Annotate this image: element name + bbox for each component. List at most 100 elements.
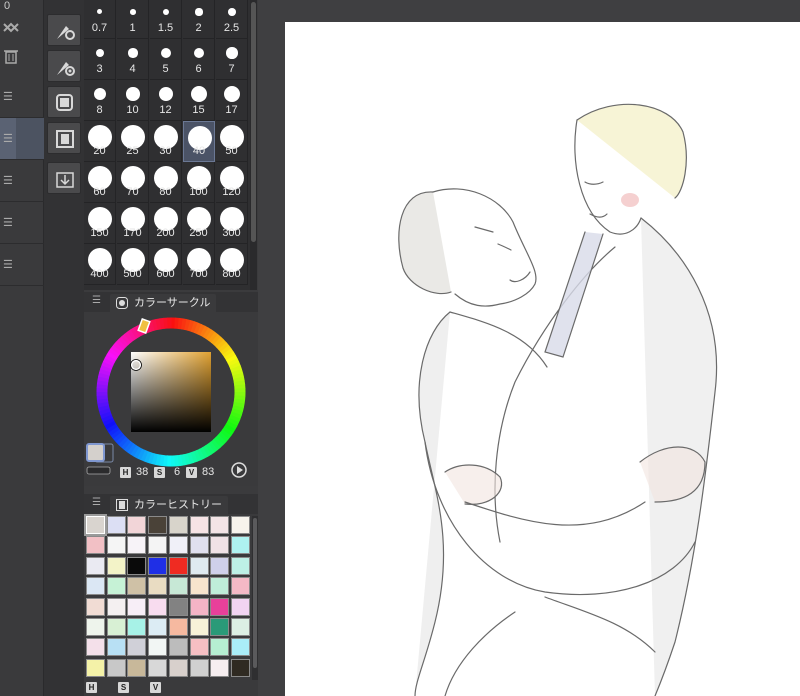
color-history-swatch[interactable] bbox=[210, 536, 230, 555]
color-history-swatch[interactable] bbox=[168, 597, 188, 616]
color-history-swatch[interactable] bbox=[86, 536, 105, 555]
color-history-swatch[interactable] bbox=[210, 618, 230, 636]
hue-ring-segment[interactable] bbox=[102, 417, 115, 426]
color-history-swatch[interactable] bbox=[148, 536, 168, 555]
s-slider-label[interactable]: S bbox=[118, 682, 129, 693]
color-history-swatch[interactable] bbox=[148, 577, 168, 596]
hue-ring-segment[interactable] bbox=[115, 434, 127, 445]
color-history-swatch[interactable] bbox=[148, 556, 168, 575]
hue-ring-segment[interactable] bbox=[101, 361, 114, 370]
brush-size-20[interactable]: 20 bbox=[84, 121, 116, 162]
hue-ring-segment[interactable] bbox=[213, 336, 225, 348]
trash-icon[interactable] bbox=[0, 48, 22, 70]
hue-ring-segment[interactable] bbox=[199, 325, 209, 338]
brush-size-150[interactable]: 150 bbox=[84, 203, 116, 244]
hue-ring-segment[interactable] bbox=[231, 368, 244, 377]
color-history-swatch[interactable] bbox=[210, 658, 230, 677]
hue-ring-segment[interactable] bbox=[233, 376, 245, 383]
color-history-swatch[interactable] bbox=[148, 618, 168, 636]
color-history-swatch[interactable] bbox=[106, 516, 126, 534]
hue-ring-segment[interactable] bbox=[110, 344, 123, 355]
color-history-swatch[interactable] bbox=[106, 618, 126, 636]
hue-ring-segment[interactable] bbox=[110, 428, 122, 439]
brush-size-800[interactable]: 800 bbox=[216, 244, 248, 285]
hue-ring-segment[interactable] bbox=[225, 420, 238, 430]
hue-ring-segment[interactable] bbox=[196, 323, 206, 336]
hue-ring-segment[interactable] bbox=[196, 448, 205, 461]
hue-ring-segment[interactable] bbox=[207, 441, 218, 453]
hue-ring-segment[interactable] bbox=[100, 364, 112, 373]
hue-ring-segment[interactable] bbox=[147, 452, 155, 464]
brush-size-120[interactable]: 120 bbox=[216, 162, 248, 203]
hue-ring-segment[interactable] bbox=[227, 417, 240, 427]
hue-ring-segment[interactable] bbox=[230, 365, 243, 373]
color-history-swatch[interactable] bbox=[210, 516, 230, 534]
brush-size-80[interactable]: 80 bbox=[150, 162, 182, 203]
layer-row[interactable]: ☰ bbox=[0, 202, 44, 244]
layer-row[interactable]: ☰ bbox=[0, 160, 44, 202]
layers-merge-icon[interactable] bbox=[0, 20, 22, 42]
hue-ring-segment[interactable] bbox=[104, 420, 117, 430]
hue-ring-segment[interactable] bbox=[159, 317, 165, 330]
hue-ring-segment[interactable] bbox=[104, 354, 117, 364]
brush-size-5[interactable]: 5 bbox=[150, 39, 182, 80]
color-history-swatch[interactable] bbox=[86, 658, 105, 677]
brush-size-300[interactable]: 300 bbox=[216, 203, 248, 244]
color-history-swatch[interactable] bbox=[189, 577, 209, 596]
hue-ring-segment[interactable] bbox=[233, 398, 246, 405]
color-history-swatch[interactable] bbox=[230, 638, 250, 657]
color-wheel[interactable] bbox=[84, 312, 258, 484]
hue-ring-segment[interactable] bbox=[108, 426, 120, 436]
hue-ring-segment[interactable] bbox=[147, 319, 156, 332]
color-history-swatch[interactable] bbox=[189, 536, 209, 555]
hue-ring-segment[interactable] bbox=[218, 342, 230, 353]
hue-ring-segment[interactable] bbox=[124, 331, 135, 343]
hue-ring-segment[interactable] bbox=[155, 318, 162, 330]
h-slider-label[interactable]: H bbox=[86, 682, 97, 693]
color-history-swatch[interactable] bbox=[84, 514, 107, 536]
color-history-swatch[interactable] bbox=[230, 597, 250, 616]
hue-ring-segment[interactable] bbox=[215, 434, 227, 446]
hue-ring-segment[interactable] bbox=[202, 445, 212, 457]
brush-size-10[interactable]: 10 bbox=[117, 80, 149, 121]
hue-ring-segment[interactable] bbox=[158, 454, 165, 467]
color-history-swatch[interactable] bbox=[189, 638, 209, 657]
color-history-swatch[interactable] bbox=[230, 556, 250, 575]
brush-size-7[interactable]: 7 bbox=[216, 39, 248, 80]
hue-ring-segment[interactable] bbox=[227, 358, 240, 367]
color-history-swatch[interactable] bbox=[127, 638, 147, 657]
color-history-swatch[interactable] bbox=[148, 597, 168, 616]
color-history-swatch[interactable] bbox=[127, 516, 147, 534]
hue-ring-segment[interactable] bbox=[187, 320, 195, 332]
import-button[interactable] bbox=[47, 162, 81, 194]
brush-size-40[interactable]: 40 bbox=[183, 121, 215, 162]
hue-ring-segment[interactable] bbox=[210, 439, 221, 451]
hue-ring-segment[interactable] bbox=[108, 347, 120, 358]
hue-ring-segment[interactable] bbox=[230, 411, 242, 420]
hue-ring-segment[interactable] bbox=[224, 351, 236, 361]
color-history-swatch[interactable] bbox=[168, 658, 188, 677]
color-history-swatch[interactable] bbox=[189, 658, 209, 677]
hue-ring-segment[interactable] bbox=[97, 404, 110, 412]
hue-ring-segment[interactable] bbox=[140, 449, 149, 462]
color-history-swatch[interactable] bbox=[230, 516, 250, 534]
brush-size-scrollbar[interactable] bbox=[250, 0, 257, 290]
color-history-swatch[interactable] bbox=[106, 536, 126, 555]
color-history-swatch[interactable] bbox=[230, 658, 250, 677]
color-history-swatch[interactable] bbox=[86, 618, 105, 636]
hue-ring-segment[interactable] bbox=[193, 449, 202, 462]
color-history-swatch[interactable] bbox=[106, 658, 126, 677]
color-history-swatch[interactable] bbox=[168, 577, 188, 596]
brush-size-2[interactable]: 2 bbox=[183, 0, 215, 39]
brush-size-30[interactable]: 30 bbox=[150, 121, 182, 162]
hue-ring-segment[interactable] bbox=[199, 446, 209, 459]
color-history-swatch[interactable] bbox=[189, 516, 209, 534]
color-history-swatch[interactable] bbox=[168, 618, 188, 636]
hue-ring-segment[interactable] bbox=[120, 438, 132, 450]
hue-ring-segment[interactable] bbox=[106, 423, 118, 433]
hue-ring-segment[interactable] bbox=[184, 319, 191, 331]
hue-ring-segment[interactable] bbox=[123, 440, 134, 453]
color-history-swatch[interactable] bbox=[127, 577, 147, 596]
layer-row[interactable]: ☰ bbox=[0, 76, 44, 118]
hue-ring-segment[interactable] bbox=[113, 341, 125, 353]
